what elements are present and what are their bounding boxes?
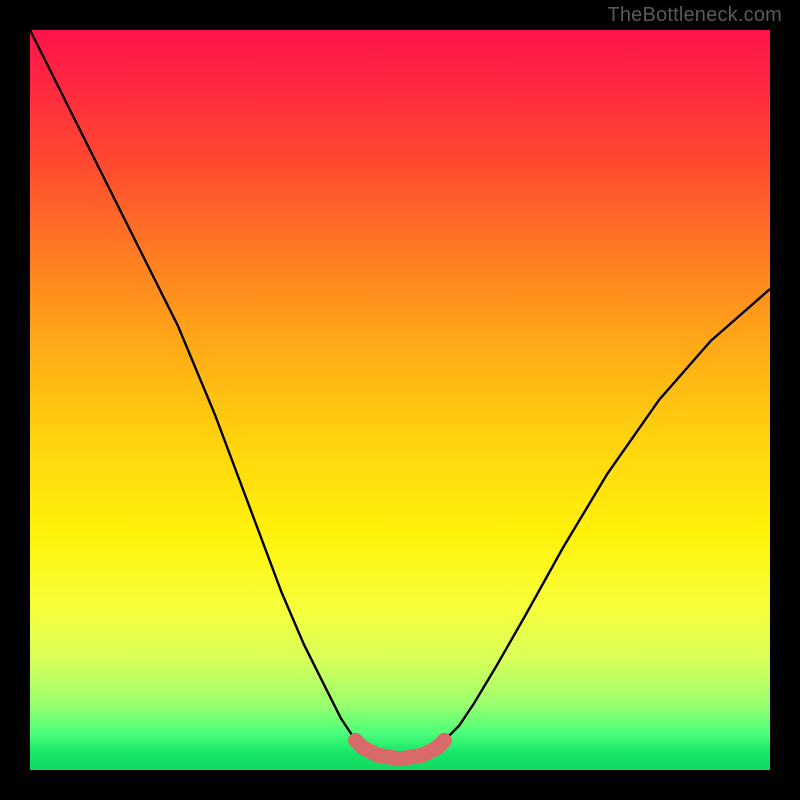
chart-plot-area bbox=[30, 30, 770, 770]
optimal-band-highlight bbox=[356, 740, 445, 759]
bottleneck-curve bbox=[30, 30, 770, 759]
chart-svg bbox=[30, 30, 770, 770]
chart-frame bbox=[20, 20, 780, 780]
watermark-text: TheBottleneck.com bbox=[607, 4, 782, 27]
